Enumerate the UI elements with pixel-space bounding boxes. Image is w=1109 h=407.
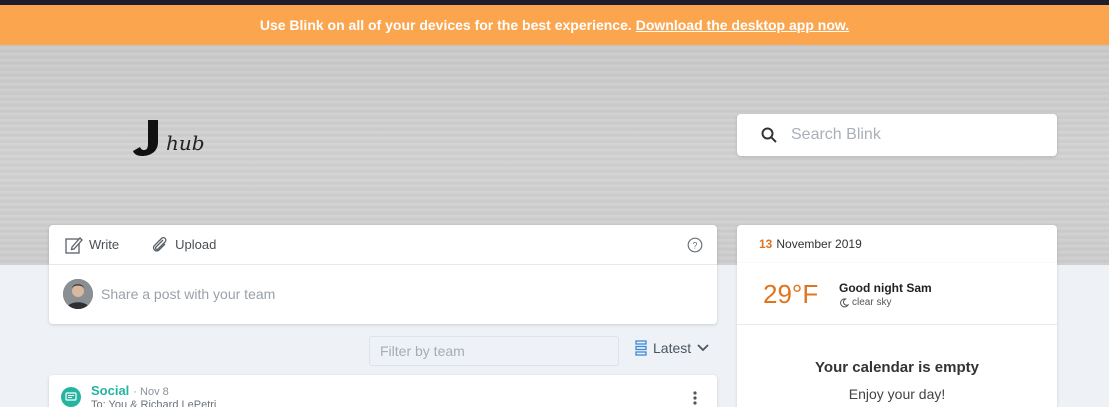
download-desktop-link[interactable]: Download the desktop app now. — [636, 17, 849, 33]
date-day: 13 — [759, 237, 773, 251]
search-icon — [761, 127, 777, 143]
weather-widget: 29°F Good night Sam clear sky — [737, 263, 1057, 325]
post-composer: Write Upload ? Share a post with your te… — [49, 225, 717, 324]
jhub-logo: hub — [133, 120, 205, 156]
paperclip-icon — [152, 236, 167, 252]
pencil-icon — [65, 236, 83, 254]
search-input[interactable] — [791, 126, 1031, 144]
app-download-banner: Use Blink on all of your devices for the… — [0, 5, 1109, 45]
post-channel[interactable]: Social — [91, 383, 129, 398]
date-month-year: November 2019 — [776, 237, 862, 251]
composer-input-row[interactable]: Share a post with your team — [49, 265, 717, 323]
kebab-icon[interactable] — [693, 391, 697, 405]
post-date: · Nov 8 — [133, 386, 169, 398]
help-icon[interactable]: ? — [687, 237, 703, 253]
moon-icon — [840, 297, 849, 307]
svg-text:?: ? — [692, 241, 697, 251]
composer-tabs: Write Upload ? — [49, 225, 717, 265]
date-header: 13 November 2019 — [737, 225, 1057, 263]
weather-condition: clear sky — [839, 297, 891, 308]
calendar-empty-subtitle: Enjoy your day! — [848, 386, 946, 402]
sidebar-panel: 29°F Good night Sam clear sky Your calen… — [737, 263, 1057, 407]
calendar-empty-title: Your calendar is empty — [815, 359, 979, 376]
avatar — [63, 279, 93, 309]
svg-text:hub: hub — [166, 131, 205, 155]
share-post-placeholder[interactable]: Share a post with your team — [101, 286, 275, 302]
post-recipients: To: You & Richard LePetri — [91, 399, 217, 407]
sort-icon — [635, 340, 647, 356]
temperature: 29°F — [763, 279, 819, 309]
condition-text: clear sky — [852, 297, 892, 308]
upload-label: Upload — [175, 237, 217, 252]
upload-tab[interactable]: Upload — [151, 236, 216, 254]
write-label: Write — [89, 237, 120, 252]
sort-dropdown[interactable]: Latest — [635, 340, 709, 356]
chat-icon — [61, 387, 81, 407]
chevron-down-icon — [697, 344, 709, 352]
post-header: Social · Nov 8 — [91, 383, 169, 398]
sort-label: Latest — [653, 340, 692, 356]
search-box[interactable] — [737, 114, 1057, 156]
greeting: Good night Sam — [839, 281, 932, 295]
write-tab[interactable]: Write — [65, 236, 119, 254]
feed-post[interactable]: Social · Nov 8 To: You & Richard LePetri — [49, 375, 717, 407]
team-filter-input[interactable] — [369, 336, 619, 366]
banner-message: Use Blink on all of your devices for the… — [259, 17, 632, 33]
